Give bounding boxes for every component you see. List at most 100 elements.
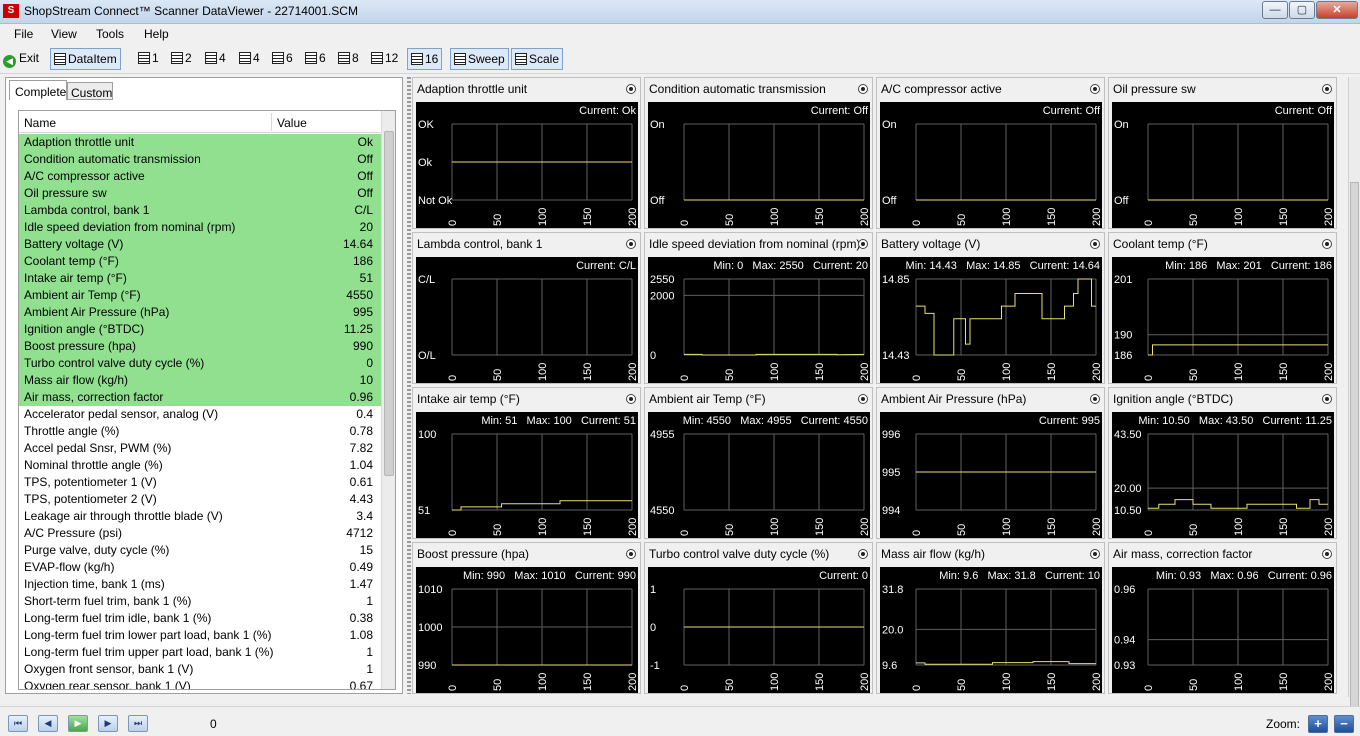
list-scroll-thumb[interactable] xyxy=(384,131,394,476)
first-frame-button[interactable]: ⏮ xyxy=(8,715,28,732)
list-item[interactable]: Purge valve, duty cycle (%) 15 xyxy=(19,542,381,559)
layout-1-button[interactable]: 1 xyxy=(138,48,159,70)
graph-panel[interactable]: Coolant temp (°F) 0 50 100 150 200 201 190 186 Mi… xyxy=(1108,232,1337,384)
list-scrollbar[interactable] xyxy=(381,111,395,689)
list-item[interactable]: Leakage air through throttle blade (V) 3.… xyxy=(19,508,381,525)
zoom-in-button[interactable]: + xyxy=(1308,715,1328,733)
list-item[interactable]: Long-term fuel trim idle, bank 1 (%) 0.38 xyxy=(19,610,381,627)
graph-select-radio-icon[interactable] xyxy=(1090,239,1100,249)
exit-button[interactable]: ◀ Exit xyxy=(3,48,39,70)
list-item[interactable]: Intake air temp (°F) 51 xyxy=(19,270,381,287)
menu-view[interactable]: View xyxy=(51,27,77,41)
list-item[interactable]: Long-term fuel trim upper part load, ban… xyxy=(19,644,381,661)
graph-panel[interactable]: Mass air flow (kg/h) 0 50 100 150 200 31.8 20.0… xyxy=(876,542,1105,694)
step-forward-button[interactable]: ▶ xyxy=(98,715,118,732)
graph-panel[interactable]: Air mass, correction factor 0 50 100 150 200 0… xyxy=(1108,542,1337,694)
list-item[interactable]: TPS, potentiometer 1 (V) 0.61 xyxy=(19,474,381,491)
layout-6-grid-button[interactable]: 6 xyxy=(305,48,326,70)
zoom-out-button[interactable]: − xyxy=(1334,715,1354,733)
list-item[interactable]: Condition automatic transmission Off xyxy=(19,151,381,168)
play-button[interactable]: ▶ xyxy=(68,715,88,732)
tab-custom[interactable]: Custom xyxy=(67,82,113,100)
graph-select-radio-icon[interactable] xyxy=(626,549,636,559)
graph-panel[interactable]: Battery voltage (V) 0 50 100 150 200 14.85 14.4… xyxy=(876,232,1105,384)
graph-select-radio-icon[interactable] xyxy=(626,239,636,249)
graph-panel[interactable]: Adaption throttle unit 0 50 100 150 200 OK Ok No… xyxy=(412,77,641,229)
graph-panel[interactable]: Condition automatic transmission 0 50 100 15… xyxy=(644,77,873,229)
graph-select-radio-icon[interactable] xyxy=(1090,549,1100,559)
list-item[interactable]: Adaption throttle unit Ok xyxy=(19,134,381,151)
graph-select-radio-icon[interactable] xyxy=(1090,394,1100,404)
graph-select-radio-icon[interactable] xyxy=(1322,239,1332,249)
list-item[interactable]: Air mass, correction factor 0.96 xyxy=(19,389,381,406)
graph-panel[interactable]: Intake air temp (°F) 0 50 100 150 200 100 51 Min… xyxy=(412,387,641,539)
maximize-button[interactable]: ▢ xyxy=(1289,1,1315,19)
column-divider[interactable] xyxy=(271,113,272,131)
dataitem-button[interactable]: DataItem xyxy=(50,48,121,70)
list-item[interactable]: Oxygen front sensor, bank 1 (V) 1 xyxy=(19,661,381,678)
list-item[interactable]: Accel pedal Snsr, PWM (%) 7.82 xyxy=(19,440,381,457)
column-header-value[interactable]: Value xyxy=(277,116,307,130)
graph-panel[interactable]: Idle speed deviation from nominal (rpm) 0… xyxy=(644,232,873,384)
graph-panel[interactable]: A/C compressor active 0 50 100 150 200 On Off Cu… xyxy=(876,77,1105,229)
scale-button[interactable]: Scale xyxy=(511,48,564,70)
list-item[interactable]: Lambda control, bank 1 C/L xyxy=(19,202,381,219)
graph-panel[interactable]: Boost pressure (hpa) 0 50 100 150 200 1010 1000… xyxy=(412,542,641,694)
list-item[interactable]: Turbo control valve duty cycle (%) 0 xyxy=(19,355,381,372)
list-item[interactable]: Throttle angle (%) 0.78 xyxy=(19,423,381,440)
layout-4-rows-button[interactable]: 4 xyxy=(205,48,226,70)
list-item[interactable]: Ambient Air Pressure (hPa) 995 xyxy=(19,304,381,321)
list-item[interactable]: Short-term fuel trim, bank 1 (%) 1 xyxy=(19,593,381,610)
graph-select-radio-icon[interactable] xyxy=(1322,394,1332,404)
graph-panel[interactable]: Turbo control valve duty cycle (%) 0 50 100… xyxy=(644,542,873,694)
last-frame-button[interactable]: ⏭ xyxy=(128,715,148,732)
list-item[interactable]: Idle speed deviation from nominal (rpm) 2… xyxy=(19,219,381,236)
list-item[interactable]: Accelerator pedal sensor, analog (V) 0.4 xyxy=(19,406,381,423)
list-item[interactable]: Nominal throttle angle (%) 1.04 xyxy=(19,457,381,474)
graph-select-radio-icon[interactable] xyxy=(626,394,636,404)
graph-select-radio-icon[interactable] xyxy=(858,239,868,249)
list-item[interactable]: A/C Pressure (psi) 4712 xyxy=(19,525,381,542)
list-item[interactable]: Ignition angle (°BTDC) 11.25 xyxy=(19,321,381,338)
list-item[interactable]: Boost pressure (hpa) 990 xyxy=(19,338,381,355)
layout-8-button[interactable]: 8 xyxy=(338,48,359,70)
minimize-button[interactable]: — xyxy=(1262,1,1288,19)
splitter-handle[interactable] xyxy=(407,77,411,694)
layout-12-button[interactable]: 12 xyxy=(371,48,398,70)
list-item[interactable]: A/C compressor active Off xyxy=(19,168,381,185)
column-header-name[interactable]: Name xyxy=(24,116,56,130)
layout-4-grid-button[interactable]: 4 xyxy=(239,48,260,70)
graph-select-radio-icon[interactable] xyxy=(1322,84,1332,94)
graph-panel[interactable]: Ambient Air Pressure (hPa) 0 50 100 150 200 99… xyxy=(876,387,1105,539)
sweep-button[interactable]: Sweep xyxy=(450,48,509,70)
layout-2-button[interactable]: 2 xyxy=(171,48,192,70)
graph-select-radio-icon[interactable] xyxy=(858,394,868,404)
graph-panel[interactable]: Oil pressure sw 0 50 100 150 200 On Off Current:… xyxy=(1108,77,1337,229)
list-item[interactable]: EVAP-flow (kg/h) 0.49 xyxy=(19,559,381,576)
step-back-button[interactable]: ◀ xyxy=(38,715,58,732)
tab-complete[interactable]: Complete xyxy=(9,80,67,100)
list-item[interactable]: Oil pressure sw Off xyxy=(19,185,381,202)
close-button[interactable]: ✕ xyxy=(1316,1,1358,19)
menu-file[interactable]: File xyxy=(14,27,33,41)
list-item[interactable]: Oxygen rear sensor, bank 1 (V) 0.67 xyxy=(19,678,381,689)
layout-16-button[interactable]: 16 xyxy=(407,48,443,70)
list-item[interactable]: Injection time, bank 1 (ms) 1.47 xyxy=(19,576,381,593)
list-item[interactable]: TPS, potentiometer 2 (V) 4.43 xyxy=(19,491,381,508)
list-item[interactable]: Battery voltage (V) 14.64 xyxy=(19,236,381,253)
list-item[interactable]: Ambient air Temp (°F) 4550 xyxy=(19,287,381,304)
menu-help[interactable]: Help xyxy=(144,27,169,41)
graph-select-radio-icon[interactable] xyxy=(1090,84,1100,94)
graph-panel[interactable]: Ignition angle (°BTDC) 0 50 100 150 200 43.50 2… xyxy=(1108,387,1337,539)
graph-scrollbar[interactable] xyxy=(1348,77,1360,736)
graph-select-radio-icon[interactable] xyxy=(858,84,868,94)
layout-6-rows-button[interactable]: 6 xyxy=(272,48,293,70)
menu-tools[interactable]: Tools xyxy=(96,27,124,41)
graph-scroll-thumb[interactable] xyxy=(1350,182,1359,736)
graph-select-radio-icon[interactable] xyxy=(626,84,636,94)
graph-panel[interactable]: Lambda control, bank 1 0 50 100 150 200 C/L O/L… xyxy=(412,232,641,384)
list-item[interactable]: Coolant temp (°F) 186 xyxy=(19,253,381,270)
graph-select-radio-icon[interactable] xyxy=(1322,549,1332,559)
graph-select-radio-icon[interactable] xyxy=(858,549,868,559)
list-item[interactable]: Mass air flow (kg/h) 10 xyxy=(19,372,381,389)
